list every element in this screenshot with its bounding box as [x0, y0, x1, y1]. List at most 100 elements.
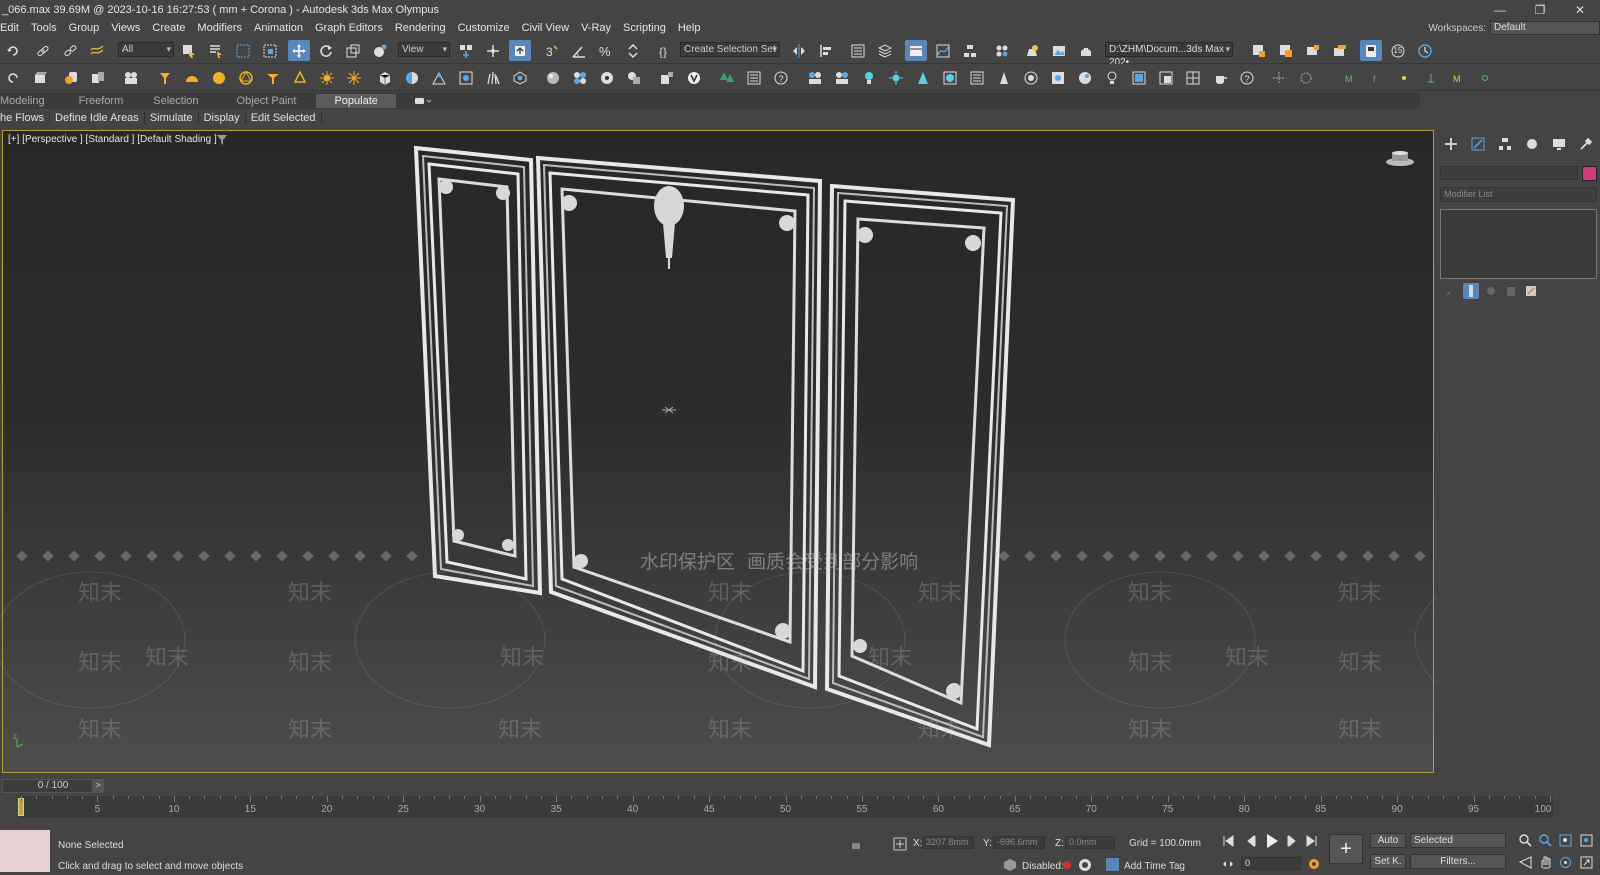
- subribbon-flows[interactable]: he Flows: [0, 112, 50, 124]
- render-region-icon[interactable]: [1302, 40, 1324, 61]
- select-by-name-icon[interactable]: [205, 40, 227, 61]
- plugin-icon-2[interactable]: f: [1366, 67, 1388, 88]
- select-and-move-icon[interactable]: [288, 40, 310, 61]
- object-name-field[interactable]: [1440, 166, 1578, 180]
- helper-icon[interactable]: [428, 67, 450, 88]
- add-time-tag[interactable]: Add Time Tag: [1124, 861, 1185, 872]
- vray-proxy-icon[interactable]: [966, 67, 988, 88]
- render-to-texture-icon[interactable]: [1248, 40, 1270, 61]
- box-primitive-icon[interactable]: [374, 67, 396, 88]
- scatter-icon[interactable]: [509, 67, 531, 88]
- box-create-icon[interactable]: [29, 67, 51, 88]
- named-selection-sets-dropdown[interactable]: Create Selection Set: [680, 42, 780, 57]
- vray-render-region-icon[interactable]: [1155, 67, 1177, 88]
- plugin-icon-3[interactable]: [1393, 67, 1415, 88]
- lock-selection-icon[interactable]: [850, 838, 862, 853]
- motion-tab-icon[interactable]: [1525, 137, 1539, 154]
- ribbon-tab-object-paint[interactable]: Object Paint: [237, 95, 321, 107]
- window-crossing-icon[interactable]: [259, 40, 281, 61]
- toggle-ribbon-icon[interactable]: [905, 40, 927, 61]
- undo-icon[interactable]: [2, 40, 24, 61]
- menu-create[interactable]: Create: [146, 22, 191, 34]
- ribbon-tab-populate[interactable]: Populate: [316, 94, 395, 108]
- zoom-all-icon[interactable]: [1539, 834, 1552, 850]
- pin-stack-icon[interactable]: [1443, 283, 1459, 299]
- link-icon[interactable]: [32, 40, 54, 61]
- sun-icon[interactable]: [316, 67, 338, 88]
- time-slider[interactable]: 0 / 100: [2, 779, 104, 793]
- menu-views[interactable]: Views: [105, 22, 146, 34]
- menu-vray[interactable]: V-Ray: [575, 22, 617, 34]
- zoom-extents-icon[interactable]: [1559, 834, 1572, 850]
- render-batch-icon[interactable]: [1329, 40, 1351, 61]
- plugin-icon-4[interactable]: [1420, 67, 1442, 88]
- spinner-snap-icon[interactable]: [622, 40, 644, 61]
- track-bar[interactable]: 5101520253035404550556065707580859095100: [18, 796, 1553, 818]
- reference-coordinate-dropdown[interactable]: View: [398, 42, 450, 57]
- configure-modifier-sets-icon[interactable]: [1523, 283, 1539, 299]
- vray-sphere-icon[interactable]: [1020, 67, 1042, 88]
- field-of-view-icon[interactable]: [1519, 856, 1532, 872]
- subribbon-display[interactable]: Display: [199, 112, 246, 124]
- camera-icon[interactable]: [120, 67, 142, 88]
- set-key-button[interactable]: +: [1329, 834, 1363, 864]
- render-production-icon[interactable]: [1075, 40, 1097, 61]
- omni-light-icon[interactable]: [289, 67, 311, 88]
- align-icon[interactable]: [815, 40, 837, 61]
- display-tab-icon[interactable]: [1552, 137, 1566, 154]
- menu-help[interactable]: Help: [672, 22, 707, 34]
- zoom-icon[interactable]: [1519, 834, 1532, 850]
- list-panel-icon[interactable]: [743, 67, 765, 88]
- material-editor-icon[interactable]: [991, 40, 1013, 61]
- make-unique-icon[interactable]: [1483, 283, 1499, 299]
- vray-sun-icon[interactable]: [885, 67, 907, 88]
- material-library-icon[interactable]: [596, 67, 618, 88]
- next-frame-button[interactable]: >: [92, 779, 104, 793]
- shapes-icon[interactable]: [60, 67, 82, 88]
- ribbon-options-icon[interactable]: [414, 96, 434, 106]
- viewcube-icon[interactable]: [1385, 147, 1415, 170]
- render-vray-icon[interactable]: [804, 67, 826, 88]
- snaps-toggle-icon[interactable]: 3: [541, 40, 563, 61]
- restore-button[interactable]: ❐: [1520, 0, 1560, 19]
- help-icon[interactable]: ?: [1236, 67, 1258, 88]
- menu-animation[interactable]: Animation: [248, 22, 309, 34]
- menu-rendering[interactable]: Rendering: [389, 22, 452, 34]
- plugin-icon-1[interactable]: M: [1339, 67, 1361, 88]
- pivot-center-icon[interactable]: [455, 40, 477, 61]
- go-to-end-icon[interactable]: [1306, 835, 1318, 850]
- percent-snap-icon[interactable]: %: [595, 40, 617, 61]
- layer-explorer-icon[interactable]: [874, 40, 896, 61]
- key-mode-icon[interactable]: [1222, 858, 1234, 873]
- vray-light-icon[interactable]: [858, 67, 880, 88]
- object-color-swatch[interactable]: [1582, 166, 1597, 181]
- ribbon-tab-selection[interactable]: Selection: [153, 95, 236, 107]
- vray-logo-icon[interactable]: [683, 67, 705, 88]
- curve-editor-icon[interactable]: [932, 40, 954, 61]
- previous-frame-icon[interactable]: [1246, 835, 1258, 850]
- maxscript-listener[interactable]: [0, 830, 50, 872]
- rectangular-selection-icon[interactable]: [232, 40, 254, 61]
- ram-player-icon[interactable]: [1360, 40, 1382, 61]
- workspaces-dropdown[interactable]: Default: [1490, 21, 1600, 35]
- ribbon-tab-freeform[interactable]: Freeform: [65, 95, 154, 107]
- project-folder-dropdown[interactable]: D:\ZHM\Docum...3ds Max 202•: [1105, 42, 1233, 57]
- spot-light-icon[interactable]: [262, 67, 284, 88]
- current-frame-field[interactable]: 0: [1241, 857, 1301, 870]
- modify-map-icon[interactable]: [656, 67, 678, 88]
- pan-icon[interactable]: [1539, 856, 1552, 872]
- selection-filter-dropdown[interactable]: All: [118, 42, 174, 57]
- vray-grid-icon[interactable]: [1182, 67, 1204, 88]
- standard-light-icon[interactable]: [154, 67, 176, 88]
- zoom-extents-all-icon[interactable]: [1580, 834, 1593, 850]
- mirror-icon[interactable]: [788, 40, 810, 61]
- y-coordinate-field[interactable]: -696.6mm: [993, 836, 1045, 849]
- material-sphere-icon[interactable]: [542, 67, 564, 88]
- edit-named-selection-icon[interactable]: {}: [655, 40, 677, 61]
- modify-tab-icon[interactable]: [1471, 137, 1485, 154]
- perspective-viewport[interactable]: [+] [Perspective ] [Standard ] [Default …: [2, 130, 1434, 773]
- compound-objects-icon[interactable]: [87, 67, 109, 88]
- select-and-place-icon[interactable]: [369, 40, 391, 61]
- keyboard-shortcut-toggle-icon[interactable]: [509, 40, 531, 61]
- select-and-scale-icon[interactable]: [342, 40, 364, 61]
